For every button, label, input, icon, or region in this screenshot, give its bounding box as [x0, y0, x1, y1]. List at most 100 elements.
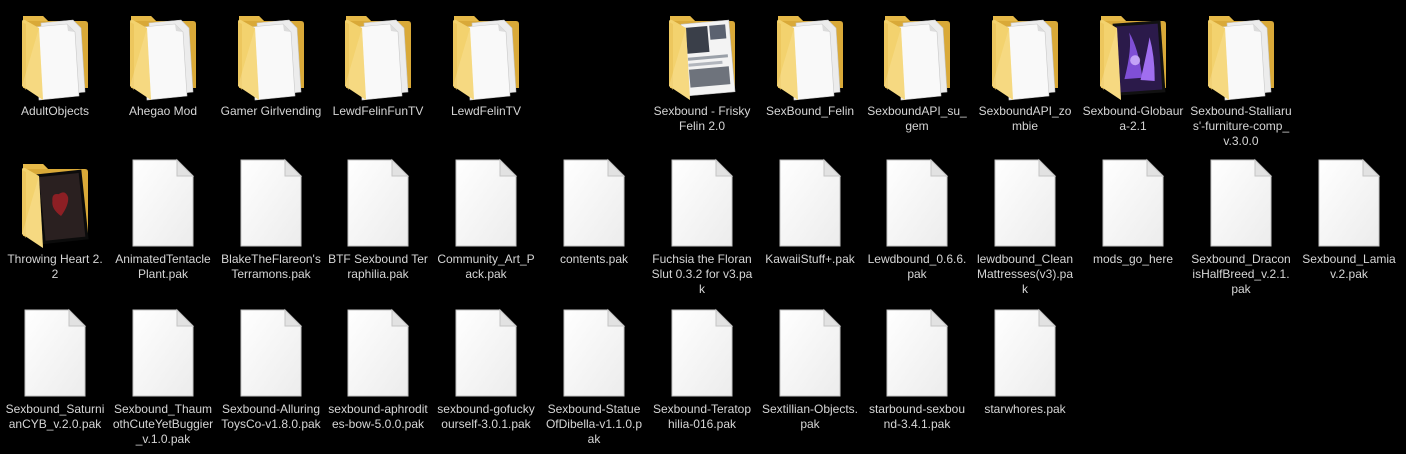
item-label: mods_go_here	[1092, 252, 1174, 266]
item-label: contents.pak	[559, 252, 629, 266]
blank-file-icon	[879, 156, 955, 250]
blank-file-icon	[340, 156, 416, 250]
item-label: BlakeTheFlareon's Terramons.pak	[221, 252, 321, 281]
file-item-sexbound-draconishalfbreed-v-2-1-pak[interactable]: Sexbound_DraconisHalfBreed_v.2.1.pak	[1190, 152, 1292, 298]
item-label: Sexbound-Stalliarus'-furniture-comp_v.3.…	[1190, 104, 1292, 148]
folder-item-adultobjects[interactable]: AdultObjects	[4, 4, 106, 150]
blank-file-icon	[987, 156, 1063, 250]
folder-icon	[125, 8, 201, 102]
blank-file-icon	[664, 156, 740, 250]
item-label: BTF Sexbound Terraphilia.pak	[328, 252, 428, 281]
item-label: LewdFelinFunTV	[332, 104, 424, 118]
blank-file-icon	[340, 306, 416, 400]
folder-icon	[1203, 8, 1279, 102]
folder-icon	[340, 8, 416, 102]
item-label: sexbound-gofuckyourself-3.0.1.pak	[437, 402, 535, 431]
file-item-sexbound-gofuckyourself-3-0-1-pak[interactable]: sexbound-gofuckyourself-3.0.1.pak	[435, 302, 537, 448]
item-label: Sexbound_Lamia v.2.pak	[1302, 252, 1396, 281]
folder-icon	[772, 8, 848, 102]
blank-file-icon	[664, 306, 740, 400]
folder-preview-icon	[1095, 8, 1171, 102]
blank-file-icon	[879, 306, 955, 400]
blank-file-icon	[233, 156, 309, 250]
item-label: starwhores.pak	[984, 402, 1066, 416]
blank-file-icon	[556, 156, 632, 250]
file-item-sexbound-alluringtoysco-v1-8-0-pak[interactable]: Sexbound-AlluringToysCo-v1.8.0.pak	[220, 302, 322, 448]
folder-preview-icon	[664, 8, 740, 102]
file-item-sexbound-statueofdibella-v1-1-0-pak[interactable]: Sexbound-StatueOfDibella-v1.1.0.pak	[543, 302, 645, 448]
item-label: Sexbound-StatueOfDibella-v1.1.0.pak	[545, 402, 643, 446]
item-label: Lewdbound_0.6.6.pak	[867, 252, 967, 281]
item-label: Sexbound_ThaumothCuteYetBuggier_v.1.0.pa…	[112, 402, 214, 446]
folder-item-sexbound-globaura-2-1[interactable]: Sexbound-Globaura-2.1	[1082, 4, 1184, 150]
folder-item-sexbound-felin[interactable]: SexBound_Felin	[759, 4, 861, 150]
blank-file-icon	[1203, 156, 1279, 250]
file-item-kawaiistuff-pak[interactable]: KawaiiStuff+.pak	[759, 152, 861, 298]
blank-file-icon	[772, 306, 848, 400]
blank-file-icon	[448, 156, 524, 250]
item-label: starbound-sexbound-3.4.1.pak	[868, 402, 966, 431]
item-label: Throwing Heart 2.2	[7, 252, 103, 281]
blank-file-icon	[17, 306, 93, 400]
folder-item-sexboundapi-su-gem[interactable]: SexboundAPI_su_gem	[866, 4, 968, 150]
icon-row-2: Throwing Heart 2.2 AnimatedTentaclePlant.…	[4, 152, 1406, 298]
folder-item-throwing-heart-2-2[interactable]: Throwing Heart 2.2	[4, 152, 106, 298]
file-item-animatedtentacleplant-pak[interactable]: AnimatedTentaclePlant.pak	[112, 152, 214, 298]
folder-icon	[233, 8, 309, 102]
folder-item-lewdfelintv[interactable]: LewdFelinTV	[435, 4, 537, 150]
file-item-blaketheflareon-s-terramons-pak[interactable]: BlakeTheFlareon's Terramons.pak	[220, 152, 322, 298]
file-item-sexbound-saturniancyb-v-2-0-pak[interactable]: Sexbound_SaturnianCYB_v.2.0.pak	[4, 302, 106, 448]
file-item-sexbound-thaumothcuteyetbuggier-v-1-0-pak[interactable]: Sexbound_ThaumothCuteYetBuggier_v.1.0.pa…	[112, 302, 214, 448]
blank-file-icon	[233, 306, 309, 400]
item-label: Sexbound-Teratophilia-016.pak	[652, 402, 752, 431]
folder-icon	[448, 8, 524, 102]
folder-icon	[879, 8, 955, 102]
folder-item-gamer-girlvending[interactable]: Gamer Girlvending	[220, 4, 322, 150]
item-label: Community_Art_Pack.pak	[437, 252, 535, 281]
folder-preview-icon	[17, 156, 93, 250]
item-label: Sexbound_DraconisHalfBreed_v.2.1.pak	[1191, 252, 1291, 296]
file-explorer-view: AdultObjects Ahegao Mod Gamer Girlvending L…	[0, 0, 1406, 454]
file-item-community-art-pack-pak[interactable]: Community_Art_Pack.pak	[435, 152, 537, 298]
blank-file-icon	[448, 306, 524, 400]
item-label: LewdFelinTV	[450, 104, 522, 118]
file-item-contents-pak[interactable]: contents.pak	[543, 152, 645, 298]
blank-file-icon	[556, 306, 632, 400]
item-label: AdultObjects	[20, 104, 90, 118]
folder-icon	[17, 8, 93, 102]
file-item-sexbound-lamia-v-2-pak[interactable]: Sexbound_Lamia v.2.pak	[1298, 152, 1400, 298]
item-label: Fuchsia the Floran Slut 0.3.2 for v3.pak	[651, 252, 753, 296]
file-item-starwhores-pak[interactable]: starwhores.pak	[974, 302, 1076, 448]
file-item-sextillian-objects-pak[interactable]: Sextillian-Objects.pak	[759, 302, 861, 448]
blank-file-icon	[772, 156, 848, 250]
blank-file-icon	[1311, 156, 1387, 250]
file-item-starbound-sexbound-3-4-1-pak[interactable]: starbound-sexbound-3.4.1.pak	[866, 302, 968, 448]
icon-row-3: Sexbound_SaturnianCYB_v.2.0.pak Sexbound_…	[4, 302, 1406, 448]
file-item-mods-go-here[interactable]: mods_go_here	[1082, 152, 1184, 298]
file-item-lewdbound-cleanmattresses-v3-pak[interactable]: lewdbound_CleanMattresses(v3).pak	[974, 152, 1076, 298]
blank-file-icon	[125, 156, 201, 250]
item-label: KawaiiStuff+.pak	[765, 252, 855, 266]
folder-item-lewdfelinfuntv[interactable]: LewdFelinFunTV	[327, 4, 429, 150]
item-label: Sexbound_SaturnianCYB_v.2.0.pak	[5, 402, 105, 431]
file-item-sexbound-teratophilia-016-pak[interactable]: Sexbound-Teratophilia-016.pak	[651, 302, 753, 448]
blank-file-icon	[987, 306, 1063, 400]
item-label: Sextillian-Objects.pak	[761, 402, 859, 431]
item-label: Sexbound-Globaura-2.1	[1082, 104, 1184, 133]
file-item-lewdbound-0-6-6-pak[interactable]: Lewdbound_0.6.6.pak	[866, 152, 968, 298]
item-label: SexboundAPI_su_gem	[867, 104, 967, 133]
file-item-fuchsia-the-floran-slut-0-3-2-for-v3-pak[interactable]: Fuchsia the Floran Slut 0.3.2 for v3.pak	[651, 152, 753, 298]
folder-item-sexbound-stalliarus-furniture-comp-v-3-0-0[interactable]: Sexbound-Stalliarus'-furniture-comp_v.3.…	[1190, 4, 1292, 150]
folder-item-ahegao-mod[interactable]: Ahegao Mod	[112, 4, 214, 150]
folder-icon	[987, 8, 1063, 102]
blank-file-icon	[1095, 156, 1171, 250]
item-label: Ahegao Mod	[128, 104, 198, 118]
folder-item-sexbound-frisky-felin-2-0[interactable]: Sexbound - Frisky Felin 2.0	[651, 4, 753, 150]
file-item-btf-sexbound-terraphilia-pak[interactable]: BTF Sexbound Terraphilia.pak	[327, 152, 429, 298]
item-label: lewdbound_CleanMattresses(v3).pak	[976, 252, 1074, 296]
icon-row-1: AdultObjects Ahegao Mod Gamer Girlvending L…	[4, 4, 1406, 150]
item-label: AnimatedTentaclePlant.pak	[115, 252, 211, 281]
file-item-sexbound-aphrodites-bow-5-0-0-pak[interactable]: sexbound-aphrodites-bow-5.0.0.pak	[327, 302, 429, 448]
item-label: Sexbound-AlluringToysCo-v1.8.0.pak	[221, 402, 321, 431]
folder-item-sexboundapi-zombie[interactable]: SexboundAPI_zombie	[974, 4, 1076, 150]
